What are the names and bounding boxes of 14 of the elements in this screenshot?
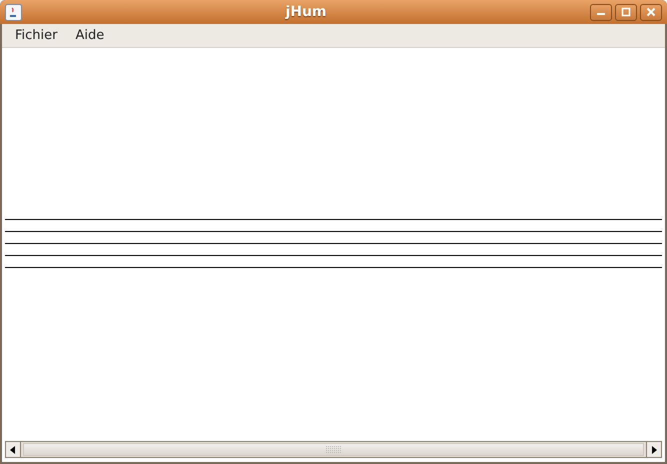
maximize-icon bbox=[621, 7, 631, 17]
window-title: jHum bbox=[285, 2, 327, 22]
menu-item[interactable]: Fichier bbox=[6, 26, 66, 46]
scrollbar[interactable] bbox=[5, 441, 662, 458]
minimize-button[interactable] bbox=[590, 4, 612, 20]
right-arrow-icon bbox=[651, 446, 657, 454]
scroll-right-button[interactable] bbox=[646, 442, 661, 457]
left-arrow-icon bbox=[10, 446, 16, 454]
menu-item[interactable]: Aide bbox=[66, 26, 114, 46]
maximize-button[interactable] bbox=[615, 4, 637, 20]
scrollbar-thumb[interactable] bbox=[23, 443, 644, 456]
close-icon bbox=[646, 7, 656, 17]
scroll-left-button[interactable] bbox=[6, 442, 21, 457]
close-button[interactable] bbox=[640, 4, 662, 20]
